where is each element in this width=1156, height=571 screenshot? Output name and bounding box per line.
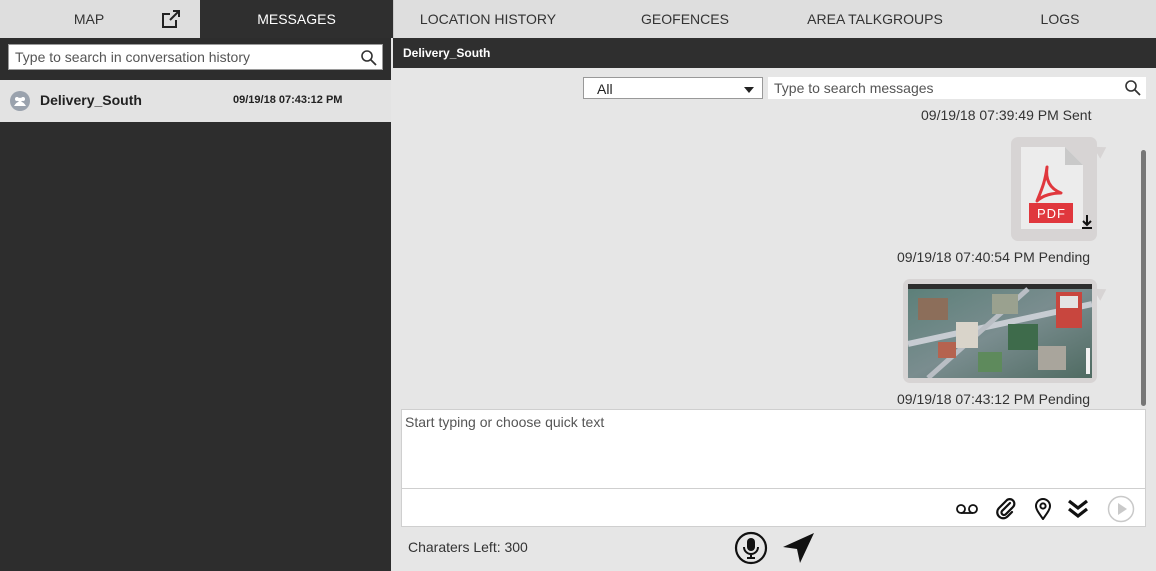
message-status: 09/19/18 07:43:12 PM Pending	[897, 391, 1091, 407]
conversation-search	[8, 44, 383, 70]
conversation-title: Delivery_South	[403, 46, 491, 60]
conversation-time: 09/19/18 07:43:12 PM	[233, 94, 343, 106]
conversation-name: Delivery_South	[40, 92, 142, 108]
bubble-tail	[1093, 283, 1110, 301]
tab-map-label: MAP	[73, 11, 105, 27]
navigation-arrow-icon[interactable]	[780, 531, 816, 565]
tab-geofences[interactable]: GEOFENCES	[610, 0, 760, 38]
voicemail-icon[interactable]	[953, 496, 981, 522]
message-status: 09/19/18 07:39:49 PM Sent	[921, 107, 1092, 123]
tab-logs-label: LOGS	[1040, 11, 1080, 27]
conversation-search-input[interactable]	[9, 45, 349, 69]
message-filter-value: All	[597, 81, 613, 97]
conversation-header: Delivery_South	[393, 38, 1156, 68]
search-icon[interactable]	[360, 49, 378, 67]
paperclip-icon[interactable]	[992, 496, 1020, 522]
pdf-message-bubble[interactable]: PDF	[1011, 137, 1110, 241]
conversation-sidebar: Delivery_South 09/19/18 07:43:12 PM	[0, 38, 391, 571]
search-icon[interactable]	[1124, 79, 1142, 97]
characters-left: Charaters Left: 300	[408, 539, 528, 555]
double-chevron-down-icon[interactable]	[1064, 496, 1092, 522]
tab-area-talkgroups-label: AREA TALKGROUPS	[807, 11, 943, 27]
tab-messages-label: MESSAGES	[257, 11, 336, 27]
location-pin-icon[interactable]	[1029, 496, 1057, 522]
message-search-input[interactable]	[768, 77, 1118, 99]
aerial-image-thumbnail	[908, 284, 1092, 378]
top-nav: MAP MESSAGES LOCATION HISTORY GEOFENCES …	[0, 0, 1156, 38]
microphone-icon[interactable]	[733, 530, 769, 566]
tab-location-history-label: LOCATION HISTORY	[419, 11, 557, 27]
messages-scrollbar[interactable]	[1141, 150, 1146, 406]
chevron-down-icon	[744, 87, 754, 93]
popout-icon[interactable]	[160, 8, 182, 30]
message-filter-dropdown[interactable]: All	[583, 77, 763, 99]
tab-area-talkgroups[interactable]: AREA TALKGROUPS	[790, 0, 960, 38]
message-search	[768, 77, 1146, 99]
compose-box	[401, 409, 1146, 527]
pdf-file-icon	[1021, 147, 1092, 229]
tab-messages[interactable]: MESSAGES	[200, 0, 393, 38]
image-message-bubble[interactable]	[903, 279, 1110, 383]
tab-logs[interactable]: LOGS	[1000, 0, 1120, 38]
pdf-label: PDF	[1037, 206, 1066, 221]
tab-location-history[interactable]: LOCATION HISTORY	[393, 0, 583, 38]
message-status: 09/19/18 07:40:54 PM Pending	[897, 249, 1091, 265]
app-window: MAP MESSAGES LOCATION HISTORY GEOFENCES …	[0, 0, 1156, 571]
message-input[interactable]	[402, 410, 1145, 488]
send-icon[interactable]	[1105, 495, 1137, 523]
tab-geofences-label: GEOFENCES	[641, 11, 729, 27]
compose-divider	[402, 488, 1145, 489]
conversation-item[interactable]: Delivery_South 09/19/18 07:43:12 PM	[0, 80, 391, 122]
group-avatar-icon	[10, 91, 30, 111]
